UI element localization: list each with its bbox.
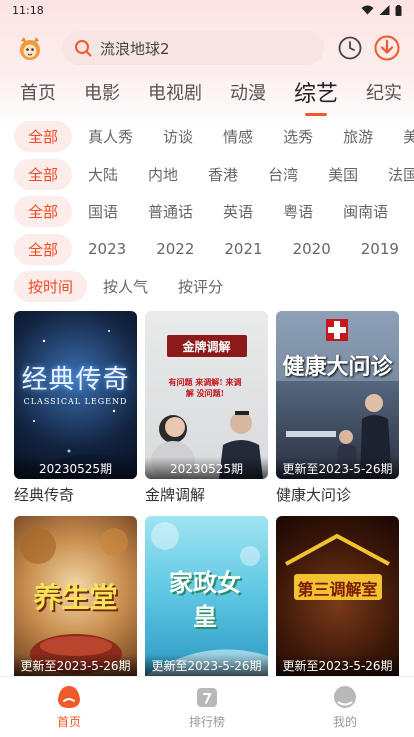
filter-region-option[interactable]: 美国 — [328, 164, 358, 185]
show-card[interactable]: 家政女皇 更新至2023-5-26期 — [145, 516, 268, 676]
bottom-tab-ranking-label: 排行榜 — [188, 715, 225, 729]
search-bar[interactable]: 流浪地球2 — [62, 31, 324, 65]
show-poster[interactable]: 经典传奇 CLASSICAL LEGEND 20230525期 — [14, 311, 137, 479]
filter-type-option[interactable]: 旅游 — [343, 126, 373, 147]
filter-row-type: 全部 真人秀 访谈 情感 选秀 旅游 美食 — [0, 118, 414, 156]
show-poster[interactable]: 家政女皇 更新至2023-5-26期 — [145, 516, 268, 676]
filter-panel: 全部 真人秀 访谈 情感 选秀 旅游 美食 全部 大陆 内地 香港 台湾 美国 … — [0, 118, 414, 306]
poster-title-text: 第三调解室 — [297, 580, 378, 599]
bottom-tab-profile[interactable]: 我的 — [305, 685, 385, 730]
sort-by-rating[interactable]: 按评分 — [178, 276, 223, 297]
tab-anime[interactable]: 动漫 — [230, 79, 266, 105]
wifi-icon — [361, 5, 374, 15]
status-icons — [361, 4, 402, 16]
filter-row-year: 全部 2023 2022 2021 2020 2019 2018 — [0, 231, 414, 269]
sort-by-popularity[interactable]: 按人气 — [103, 276, 148, 297]
show-poster[interactable]: 健康大问诊 更新至2023-5-26期 — [276, 311, 399, 479]
filter-row-sort: 按时间 按人气 按评分 — [0, 268, 414, 306]
episode-caption: 更新至2023-5-26期 — [276, 457, 399, 479]
filter-language-option[interactable]: 国语 — [88, 201, 118, 222]
filter-region-option[interactable]: 内地 — [148, 164, 178, 185]
filter-year-option[interactable]: 2023 — [88, 240, 126, 258]
filter-language-option[interactable]: 粤语 — [283, 201, 313, 222]
search-text: 流浪地球2 — [100, 39, 170, 58]
sort-by-time[interactable]: 按时间 — [14, 271, 88, 303]
bottom-tab-bar: 首页 排行榜 我的 — [0, 676, 414, 737]
episode-caption: 更新至2023-5-26期 — [145, 654, 268, 676]
app-logo-icon[interactable] — [16, 34, 44, 62]
filter-type-option[interactable]: 真人秀 — [88, 126, 133, 147]
ranking-icon — [197, 688, 217, 707]
show-card[interactable]: 第三调解室 更新至2023-5-26期 — [276, 516, 399, 676]
signal-icon — [379, 5, 390, 15]
download-icon[interactable] — [374, 35, 400, 61]
show-card[interactable]: 健康大问诊 更新至2023-5-26期 健康大问诊 — [276, 311, 399, 505]
filter-year-option[interactable]: 2020 — [293, 240, 331, 258]
show-poster[interactable]: 养生堂 更新至2023-5-26期 — [14, 516, 137, 676]
filter-row-language: 全部 国语 普通话 英语 粤语 闽南语 — [0, 193, 414, 231]
episode-caption: 更新至2023-5-26期 — [14, 654, 137, 676]
poster-subtitle-text: 有问题 来调解! 来调解 没问题! — [168, 377, 242, 398]
filter-year-option[interactable]: 2019 — [361, 240, 399, 258]
poster-subtitle-text: CLASSICAL LEGEND — [23, 397, 128, 406]
filter-language-option[interactable]: 闽南语 — [343, 201, 388, 222]
show-card[interactable]: 金牌调解 有问题 来调解! 来调解 没问题! 20230525期 金牌调解 — [145, 311, 268, 505]
history-icon[interactable] — [338, 36, 362, 60]
filter-region-option[interactable]: 法国 — [388, 164, 414, 185]
filter-year-option[interactable]: 2021 — [224, 240, 262, 258]
bottom-tab-home[interactable]: 首页 — [29, 685, 109, 730]
filter-region-all[interactable]: 全部 — [14, 158, 73, 190]
poster-title-text: 健康大问诊 — [282, 354, 393, 380]
category-nav: 首页 电影 电视剧 动漫 综艺 纪实 — [0, 74, 410, 116]
poster-title-text: 经典传奇 — [21, 365, 130, 395]
poster-title-text: 家政女皇 — [169, 568, 241, 631]
battery-icon — [395, 4, 402, 16]
filter-language-option[interactable]: 普通话 — [148, 201, 193, 222]
active-tab-indicator — [305, 113, 327, 116]
filter-language-option[interactable]: 英语 — [223, 201, 253, 222]
tab-variety[interactable]: 综艺 — [294, 76, 339, 116]
app-header: 流浪地球2 — [0, 28, 414, 68]
filter-region-option[interactable]: 香港 — [208, 164, 238, 185]
show-title[interactable]: 金牌调解 — [145, 484, 268, 505]
show-title[interactable]: 健康大问诊 — [276, 484, 399, 505]
bottom-tab-ranking[interactable]: 排行榜 — [167, 685, 247, 730]
filter-region-option[interactable]: 台湾 — [268, 164, 298, 185]
filter-type-option[interactable]: 美食 — [403, 126, 414, 147]
episode-caption: 更新至2023-5-26期 — [276, 654, 399, 676]
home-icon — [58, 686, 80, 708]
filter-year-option[interactable]: 2022 — [156, 240, 194, 258]
filter-row-region: 全部 大陆 内地 香港 台湾 美国 法国 — [0, 156, 414, 194]
tab-movie[interactable]: 电影 — [84, 79, 120, 105]
episode-caption: 20230525期 — [14, 457, 137, 479]
tab-home[interactable]: 首页 — [20, 79, 56, 105]
poster-artwork — [276, 311, 399, 479]
filter-year-all[interactable]: 全部 — [14, 233, 73, 265]
tab-variety-label: 综艺 — [294, 82, 339, 107]
tab-documentary[interactable]: 纪实 — [366, 79, 402, 105]
bottom-tab-profile-label: 我的 — [332, 715, 357, 729]
bottom-tab-home-label: 首页 — [56, 715, 81, 729]
filter-region-option[interactable]: 大陆 — [88, 164, 118, 185]
poster-title-text: 金牌调解 — [182, 340, 231, 354]
search-icon — [75, 40, 92, 57]
show-card[interactable]: 养生堂 更新至2023-5-26期 — [14, 516, 137, 676]
show-poster[interactable]: 金牌调解 有问题 来调解! 来调解 没问题! 20230525期 — [145, 311, 268, 479]
status-time: 11:18 — [12, 3, 44, 17]
episode-caption: 20230525期 — [145, 457, 268, 479]
tab-tv[interactable]: 电视剧 — [148, 79, 202, 105]
poster-title-text: 养生堂 — [33, 581, 118, 614]
filter-type-option[interactable]: 访谈 — [163, 126, 193, 147]
profile-icon — [334, 686, 356, 708]
show-poster[interactable]: 第三调解室 更新至2023-5-26期 — [276, 516, 399, 676]
filter-type-option[interactable]: 选秀 — [283, 126, 313, 147]
show-title[interactable]: 经典传奇 — [14, 484, 137, 505]
show-card[interactable]: 经典传奇 CLASSICAL LEGEND 20230525期 经典传奇 — [14, 311, 137, 505]
filter-type-all[interactable]: 全部 — [14, 121, 73, 153]
filter-type-option[interactable]: 情感 — [223, 126, 253, 147]
filter-language-all[interactable]: 全部 — [14, 196, 73, 228]
status-bar: 11:18 — [0, 0, 414, 20]
